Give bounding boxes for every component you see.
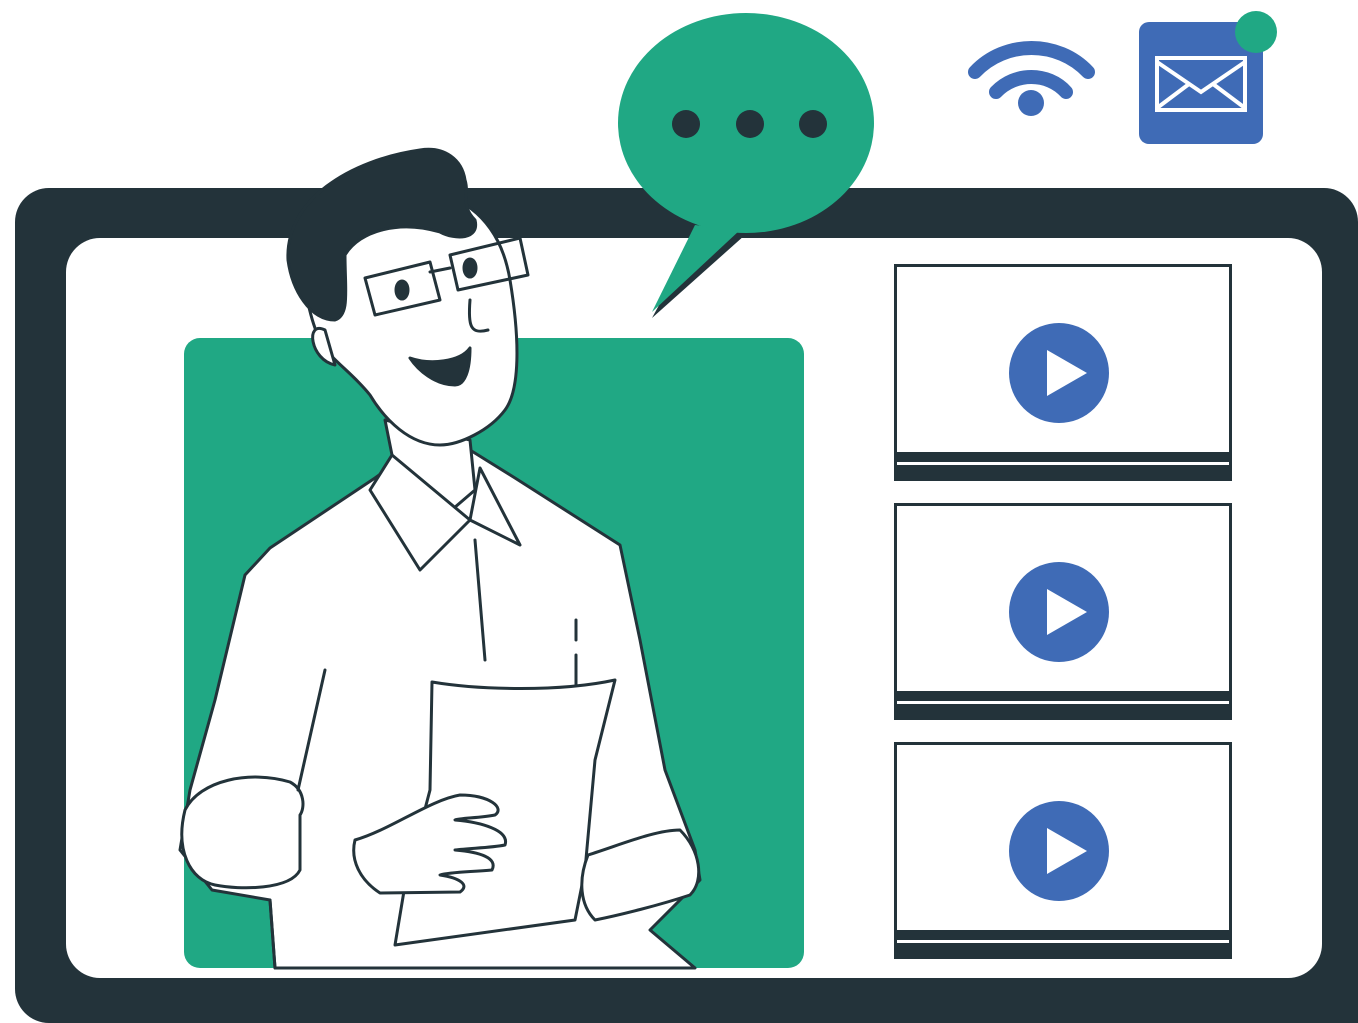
play-icon[interactable] <box>1009 323 1109 423</box>
presenter-eye-left <box>394 279 410 301</box>
video-progress-bar <box>897 452 1229 478</box>
presenter-eye-right <box>462 257 478 279</box>
wifi-icon <box>968 41 1095 116</box>
playlist-video-1[interactable] <box>894 264 1232 481</box>
playlist-video-3[interactable] <box>894 742 1232 959</box>
video-progress-bar <box>897 691 1229 717</box>
playlist-video-2[interactable] <box>894 503 1232 720</box>
speech-dot-1 <box>672 110 700 138</box>
speech-bubble <box>618 13 874 318</box>
video-progress-bar <box>897 930 1229 956</box>
play-icon[interactable] <box>1009 562 1109 662</box>
speech-dot-2 <box>736 110 764 138</box>
play-icon[interactable] <box>1009 801 1109 901</box>
notification-badge <box>1235 11 1277 53</box>
speech-dot-3 <box>799 110 827 138</box>
presenter-sleeve-left <box>180 775 305 890</box>
